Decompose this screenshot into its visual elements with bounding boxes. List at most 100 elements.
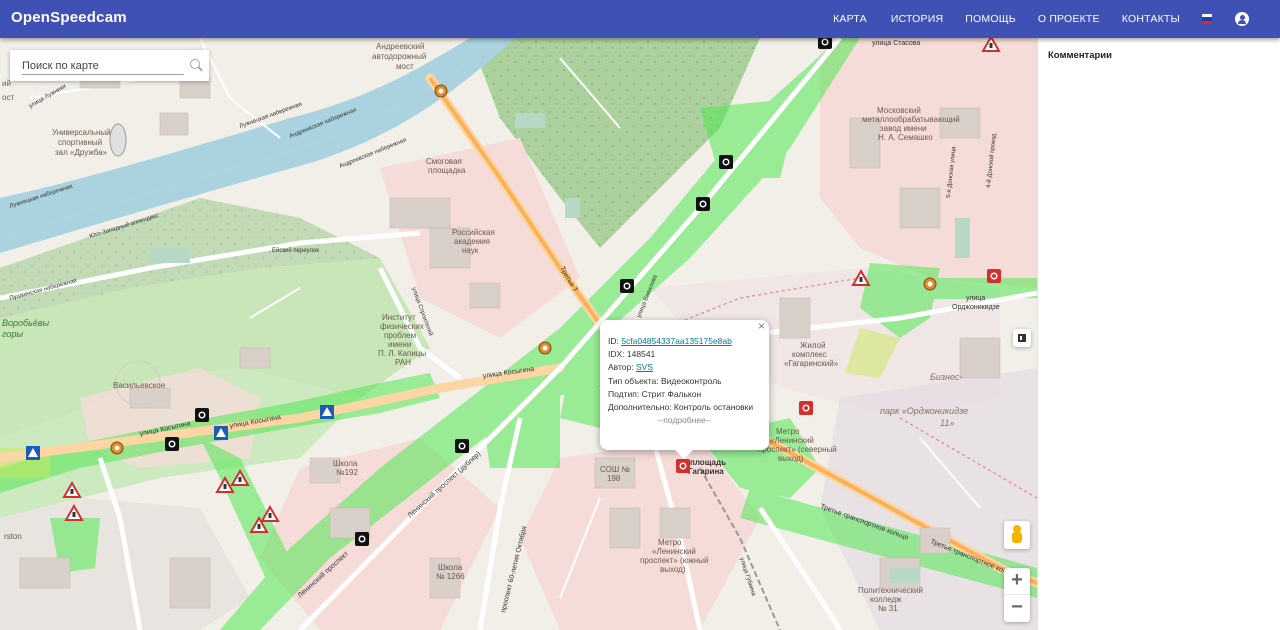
map-label: металлообрабатывающий	[862, 115, 960, 124]
map-label: № 1266	[436, 572, 465, 581]
map-label: улица	[966, 295, 985, 302]
map-label: Бизнес-	[930, 372, 962, 382]
map-label: Школа	[333, 459, 358, 468]
map-label: СОШ №	[600, 465, 630, 474]
map-label: «Ленинский	[652, 547, 696, 556]
zoom-control: + −	[1004, 568, 1030, 622]
camera-icon[interactable]	[620, 279, 634, 293]
popup-subtype-row: Подтип: Стрит Фалькон	[608, 388, 702, 399]
map-label: площадка	[428, 166, 466, 175]
map-label: зал «Дружба»	[55, 148, 108, 157]
map-label: Политехнический	[858, 586, 923, 595]
sidebar-title: Комментарии	[1048, 50, 1112, 61]
map-label: Институт	[382, 313, 416, 322]
map-view[interactable]: Андреевский автодорожный мост Универсаль…	[0, 38, 1037, 630]
map-label: rston	[4, 532, 22, 541]
street-view-pegman-icon[interactable]	[1004, 521, 1030, 549]
russian-flag-icon[interactable]	[1202, 14, 1212, 24]
speed-control-icon[interactable]	[538, 341, 552, 355]
map-label: спортивный	[58, 138, 102, 147]
map-label: проспект» (северный	[758, 445, 837, 454]
map-label: Андреевский	[376, 42, 424, 51]
map-label: Воробьёвы	[2, 318, 50, 328]
nav-map[interactable]: КАРТА	[833, 13, 867, 25]
popup-more-link[interactable]: --подробнее--	[608, 414, 769, 427]
app-title[interactable]: OpenSpeedcam	[11, 9, 127, 26]
map-label: Орджоникидзе	[952, 304, 1000, 311]
map-label: Н. А. Семашко	[878, 133, 933, 142]
popup-idx-row: IDX: 148541	[608, 349, 656, 360]
map-label: №192	[336, 468, 358, 477]
camera-icon[interactable]	[195, 408, 209, 422]
camera-info-popup: × ID: 5cfa04854337aa135175e8ab IDX: 1485…	[600, 319, 769, 459]
map-label: Жилой	[800, 341, 826, 350]
map-label: Смоговая	[426, 157, 462, 166]
camera-icon[interactable]	[355, 532, 369, 546]
close-icon[interactable]: ×	[758, 319, 765, 333]
nav-contacts[interactable]: КОНТАКТЫ	[1122, 13, 1180, 25]
map-label: автодорожный	[372, 52, 426, 61]
nav-history[interactable]: ИСТОРИЯ	[891, 13, 943, 25]
nav-about[interactable]: О ПРОЕКТЕ	[1038, 13, 1100, 25]
map-label: ост	[2, 93, 14, 102]
account-icon[interactable]	[1235, 12, 1249, 26]
camera-icon[interactable]	[696, 197, 710, 211]
search-box	[10, 50, 209, 81]
map-tiles: Андреевский автодорожный мост Универсаль…	[0, 38, 1037, 630]
search-input[interactable]	[22, 58, 184, 75]
search-icon[interactable]	[190, 59, 200, 69]
map-label: Школа	[438, 563, 463, 572]
nav-help[interactable]: ПОМОЩЬ	[965, 13, 1016, 25]
map-label: Метро	[658, 538, 682, 547]
map-label: проспект» (южный	[640, 556, 709, 565]
zoom-out-button[interactable]: −	[1004, 595, 1030, 622]
map-label: 198	[607, 474, 621, 483]
map-label: 11»	[940, 418, 954, 428]
camera-icon[interactable]	[818, 38, 832, 49]
crosswalk-sign-icon[interactable]	[26, 446, 40, 460]
map-label: физических	[380, 322, 424, 331]
crosswalk-sign-icon[interactable]	[214, 426, 228, 440]
camera-icon[interactable]	[719, 155, 733, 169]
map-label: Васильевское	[113, 381, 166, 390]
camera-icon[interactable]	[455, 439, 469, 453]
camera-icon[interactable]	[165, 437, 179, 451]
red-camera-icon[interactable]	[676, 459, 690, 473]
popup-id-link[interactable]: 5cfa04854337aa135175e8ab	[621, 336, 732, 346]
map-label: проблем	[384, 331, 416, 340]
comments-sidebar: Комментарии	[1037, 38, 1280, 630]
map-label: П. Л. Капицы	[378, 349, 426, 358]
popup-type-row: Тип объекта: Видеоконтроль	[608, 375, 722, 386]
map-label: РАН	[395, 358, 411, 367]
map-layers-icon[interactable]	[1013, 329, 1031, 347]
map-label: Универсальный	[52, 128, 111, 137]
speed-control-icon[interactable]	[923, 277, 937, 291]
map-label: колледж	[870, 595, 902, 604]
map-label: № 31	[878, 604, 898, 613]
popup-extra-row: Дополнительно: Контроль остановки	[608, 402, 754, 413]
popup-author-link[interactable]: SVS	[636, 362, 653, 372]
crosswalk-sign-icon[interactable]	[320, 405, 334, 419]
map-label: мост	[396, 62, 414, 71]
map-label: улица Стасова	[872, 40, 920, 47]
map-label: парк «Орджоникидзе	[880, 406, 968, 416]
map-label: комплекс	[792, 350, 827, 359]
map-label: завод имени	[880, 124, 927, 133]
top-app-bar: OpenSpeedcam КАРТА ИСТОРИЯ ПОМОЩЬ О ПРОЕ…	[0, 0, 1280, 38]
red-camera-icon[interactable]	[799, 401, 813, 415]
popup-tip	[674, 449, 694, 459]
popup-id-row: ID: 5cfa04854337aa135175e8ab	[608, 336, 732, 346]
red-camera-icon[interactable]	[987, 269, 1001, 283]
zoom-in-button[interactable]: +	[1004, 568, 1030, 595]
map-label: Гагарина	[688, 467, 724, 476]
speed-control-icon[interactable]	[110, 441, 124, 455]
map-label: «Гагаринский»	[784, 359, 839, 368]
main-nav: КАРТА ИСТОРИЯ ПОМОЩЬ О ПРОЕКТЕ КОНТАКТЫ	[833, 0, 1280, 38]
map-label: выход)	[660, 565, 686, 574]
map-label: наук	[462, 246, 479, 255]
map-label: выход)	[778, 454, 804, 463]
map-label: горы	[2, 329, 23, 339]
map-label: академия	[454, 237, 490, 246]
popup-author-row: Автор: SVS	[608, 362, 654, 373]
speed-control-icon[interactable]	[434, 84, 448, 98]
